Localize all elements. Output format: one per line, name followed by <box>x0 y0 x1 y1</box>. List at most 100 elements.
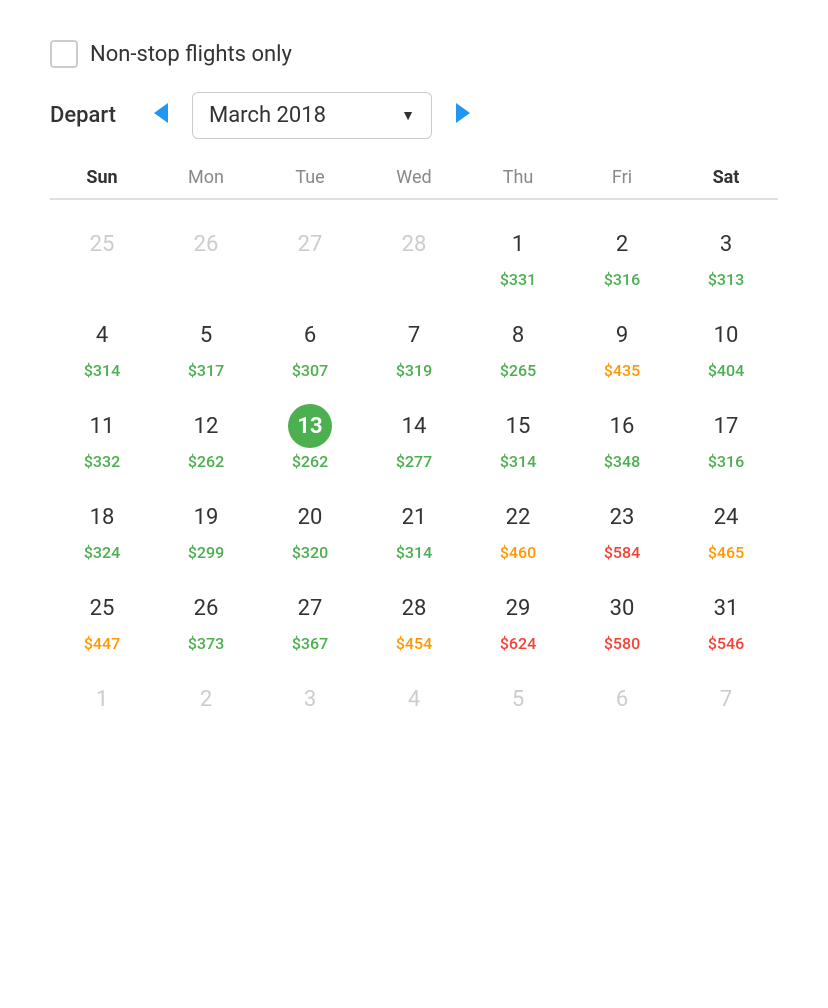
cal-cell[interactable]: 6$307 <box>258 299 362 390</box>
day-number: 7 <box>392 313 436 357</box>
calendar-body: 25 26 27 28 1$3312$3163$3134$3145$3176$3… <box>50 208 778 754</box>
day-number: 14 <box>392 404 436 448</box>
day-number: 18 <box>80 495 124 539</box>
cal-cell[interactable]: 24$465 <box>674 481 778 572</box>
cal-cell: 7 <box>674 663 778 754</box>
day-price: $373 <box>188 634 224 653</box>
cal-cell[interactable]: 7 $319 <box>362 299 466 390</box>
next-month-button[interactable] <box>448 99 478 133</box>
month-selector[interactable]: March 2018 ▼ <box>192 92 432 139</box>
cal-cell[interactable]: 19$299 <box>154 481 258 572</box>
day-price: $435 <box>604 361 640 380</box>
day-number: 5 <box>496 677 540 721</box>
day-number: 28 <box>392 222 436 266</box>
day-header-tue: Tue <box>258 167 362 188</box>
cal-cell[interactable]: 9 $435 <box>570 299 674 390</box>
cal-cell[interactable]: 27$367 <box>258 572 362 663</box>
day-price: $313 <box>708 270 744 289</box>
day-number: 16 <box>600 404 644 448</box>
day-price: $546 <box>708 634 744 653</box>
nonstop-row: Non-stop flights only <box>50 40 778 68</box>
day-price: $580 <box>604 634 640 653</box>
day-price: $314 <box>84 361 120 380</box>
day-number: 7 <box>704 677 748 721</box>
nonstop-label: Non-stop flights only <box>90 42 292 67</box>
cal-cell[interactable]: 23$584 <box>570 481 674 572</box>
day-price: $465 <box>708 543 744 562</box>
day-number: 4 <box>392 677 436 721</box>
day-number: 28 <box>392 586 436 630</box>
cal-cell[interactable]: 16$348 <box>570 390 674 481</box>
cal-cell: 28 <box>362 208 466 299</box>
day-number: 1 <box>80 677 124 721</box>
day-number: 1 <box>496 222 540 266</box>
day-header-thu: Thu <box>466 167 570 188</box>
day-price: $331 <box>500 270 536 289</box>
day-price: $316 <box>604 270 640 289</box>
cal-cell[interactable]: 13$262 <box>258 390 362 481</box>
cal-cell[interactable]: 10 $404 <box>674 299 778 390</box>
day-price: $367 <box>292 634 328 653</box>
day-number: 27 <box>288 222 332 266</box>
day-number: 11 <box>80 404 124 448</box>
day-price: $454 <box>396 634 432 653</box>
day-price: $319 <box>396 361 432 380</box>
day-number: 10 <box>704 313 748 357</box>
day-price: $262 <box>188 452 224 471</box>
cal-cell[interactable]: 28 $454 <box>362 572 466 663</box>
cal-cell[interactable]: 21$314 <box>362 481 466 572</box>
cal-cell[interactable]: 18$324 <box>50 481 154 572</box>
day-number: 5 <box>184 313 228 357</box>
month-dropdown-icon: ▼ <box>401 107 415 124</box>
day-header-fri: Fri <box>570 167 674 188</box>
cal-cell[interactable]: 31 $546 <box>674 572 778 663</box>
cal-cell: 27 <box>258 208 362 299</box>
day-number: 2 <box>184 677 228 721</box>
cal-cell[interactable]: 3$313 <box>674 208 778 299</box>
next-month-arrow-icon <box>456 103 470 123</box>
cal-cell[interactable]: 5$317 <box>154 299 258 390</box>
day-number: 12 <box>184 404 228 448</box>
calendar-header: SunMonTueWedThuFriSat <box>50 167 778 200</box>
cal-cell[interactable]: 8$265 <box>466 299 570 390</box>
cal-cell: 25 <box>50 208 154 299</box>
cal-cell: 2 <box>154 663 258 754</box>
day-number: 23 <box>600 495 644 539</box>
cal-cell[interactable]: 20 $320 <box>258 481 362 572</box>
day-price: $404 <box>708 361 744 380</box>
day-number: 13 <box>288 404 332 448</box>
cal-cell: 1 <box>50 663 154 754</box>
day-number: 6 <box>600 677 644 721</box>
cal-cell[interactable]: 29$624 <box>466 572 570 663</box>
day-number: 25 <box>80 222 124 266</box>
cal-cell[interactable]: 17$316 <box>674 390 778 481</box>
cal-cell[interactable]: 30$580 <box>570 572 674 663</box>
day-number: 20 <box>288 495 332 539</box>
depart-label: Depart <box>50 103 130 128</box>
cal-cell[interactable]: 1 $331 <box>466 208 570 299</box>
cal-cell[interactable]: 25 $447 <box>50 572 154 663</box>
cal-cell: 4 <box>362 663 466 754</box>
day-number: 25 <box>80 586 124 630</box>
prev-month-button[interactable] <box>146 99 176 133</box>
day-number: 2 <box>600 222 644 266</box>
day-price: $320 <box>292 543 328 562</box>
cal-cell[interactable]: 11 $332 <box>50 390 154 481</box>
cal-cell[interactable]: 4$314 <box>50 299 154 390</box>
day-price: $307 <box>292 361 328 380</box>
day-number: 15 <box>496 404 540 448</box>
cal-cell[interactable]: 22$460 <box>466 481 570 572</box>
nonstop-checkbox[interactable] <box>50 40 78 68</box>
cal-cell[interactable]: 26$373 <box>154 572 258 663</box>
cal-cell[interactable]: 15$314 <box>466 390 570 481</box>
day-price: $332 <box>84 452 120 471</box>
cal-cell[interactable]: 12 $262 <box>154 390 258 481</box>
day-number: 17 <box>704 404 748 448</box>
day-number: 29 <box>496 586 540 630</box>
calendar: SunMonTueWedThuFriSat 25 26 27 28 1$3312… <box>50 167 778 754</box>
day-price: $447 <box>84 634 120 653</box>
cal-cell[interactable]: 14$277 <box>362 390 466 481</box>
day-number: 9 <box>600 313 644 357</box>
day-number: 31 <box>704 586 748 630</box>
cal-cell[interactable]: 2 $316 <box>570 208 674 299</box>
